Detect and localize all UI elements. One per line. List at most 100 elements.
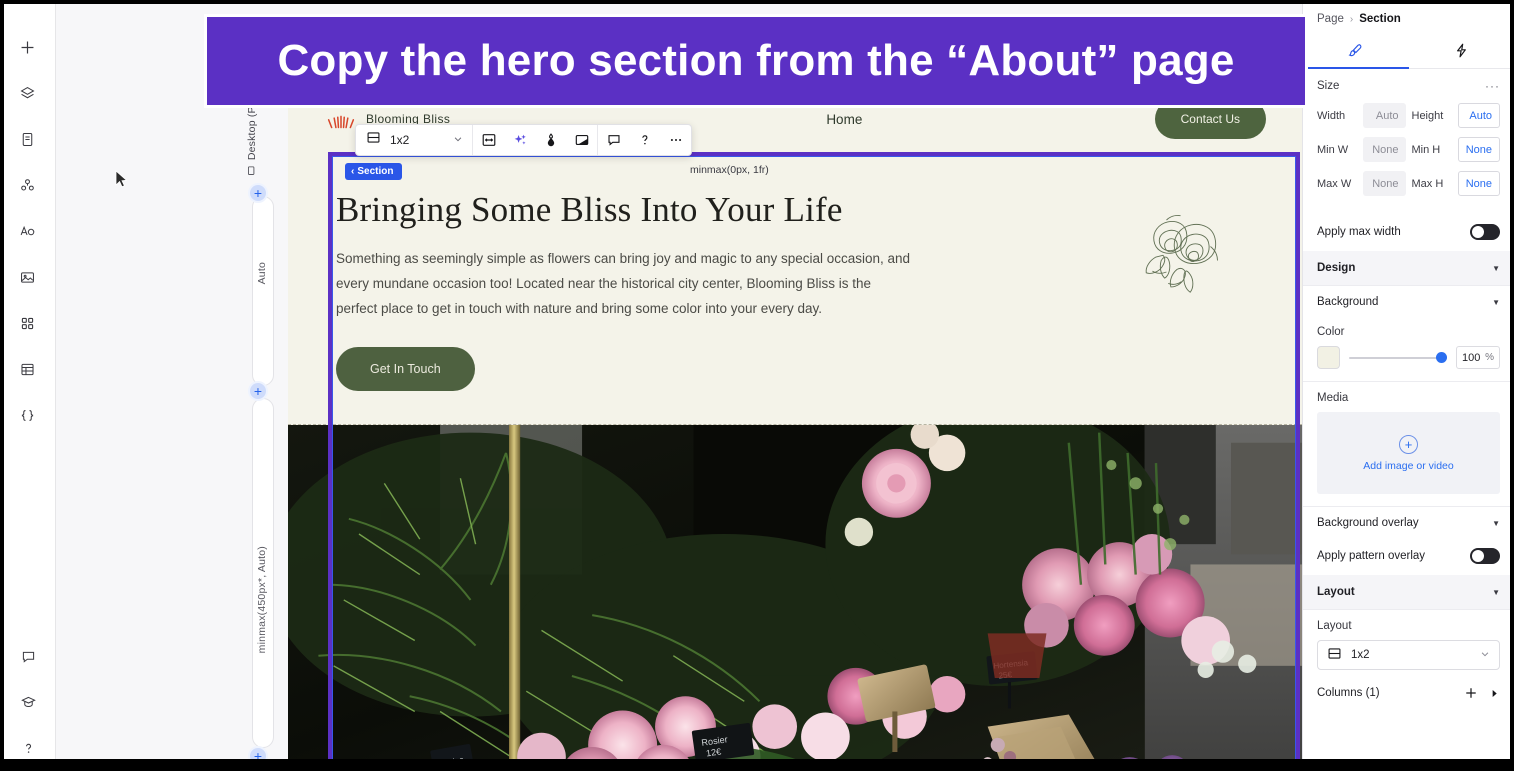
grid-track-label: minmax(0px, 1fr) (690, 164, 769, 176)
typography-icon[interactable] (13, 216, 43, 246)
max-width-input[interactable]: None (1363, 171, 1406, 196)
opacity-input[interactable]: 100 % (1456, 346, 1500, 369)
tab-design[interactable] (1303, 35, 1409, 69)
chevron-down-icon: ▼ (1492, 518, 1500, 528)
background-color-swatch[interactable] (1317, 346, 1340, 369)
design-section-title: Design (1317, 262, 1356, 274)
canvas-workspace: Desktop (Pri Auto minmax(450px*, Auto) +… (56, 0, 1302, 771)
add-column-icon[interactable] (1464, 686, 1478, 700)
spacing-icon[interactable] (473, 125, 504, 155)
comment-icon[interactable] (598, 125, 629, 155)
layout-section-header[interactable]: Layout ▼ (1303, 575, 1514, 610)
more-icon[interactable] (660, 125, 691, 155)
add-row-button-middle[interactable]: + (248, 381, 268, 401)
hero-section[interactable]: Bringing Some Bliss Into Your Life Somet… (288, 150, 1302, 425)
selection-badge-label: Section (357, 166, 394, 177)
min-height-field-group: Min H None (1411, 137, 1500, 162)
toggle-knob (1472, 550, 1484, 562)
layers-icon[interactable] (13, 78, 43, 108)
add-media-label: Add image or video (1363, 459, 1454, 472)
hero-body-text: Something as seemingly simple as flowers… (336, 251, 911, 316)
help-icon[interactable] (629, 125, 660, 155)
slider-thumb[interactable] (1436, 352, 1447, 363)
image-icon[interactable] (13, 262, 43, 292)
background-overlay-header[interactable]: Background overlay ▼ (1303, 507, 1514, 537)
get-in-touch-button[interactable]: Get In Touch (336, 347, 475, 391)
element-toolbar: 1x2 (355, 124, 692, 156)
row-label-1: Auto (256, 262, 268, 285)
color-drop-icon[interactable] (535, 125, 566, 155)
apps-icon[interactable] (13, 308, 43, 338)
max-width-label: Max W (1317, 177, 1352, 190)
frame-right (1510, 0, 1514, 771)
page-icon[interactable] (13, 124, 43, 154)
max-height-label: Max H (1411, 177, 1444, 190)
flower-shop-photo: Rosier 12€ Hortensia 25€ Pivoine (288, 425, 1302, 771)
left-toolbar-top-group (13, 0, 43, 430)
media-label-row: Media (1303, 382, 1514, 410)
max-height-input[interactable]: None (1457, 171, 1500, 196)
apply-max-width-toggle[interactable] (1470, 224, 1500, 240)
opacity-slider[interactable] (1349, 351, 1447, 365)
pattern-overlay-label: Apply pattern overlay (1317, 550, 1426, 562)
pattern-overlay-toggle[interactable] (1470, 548, 1500, 564)
add-media-dropzone[interactable]: + Add image or video (1317, 412, 1500, 494)
components-icon[interactable] (13, 170, 43, 200)
apply-max-width-label: Apply max width (1317, 226, 1401, 238)
left-toolbar-bottom-group (0, 641, 56, 763)
expand-columns-icon[interactable] (1489, 688, 1500, 699)
selection-badge[interactable]: ‹ Section (345, 163, 403, 180)
hero-heading: Bringing Some Bliss Into Your Life (336, 190, 843, 229)
columns-actions (1464, 686, 1500, 700)
min-width-input[interactable]: None (1363, 137, 1406, 162)
min-height-input[interactable]: None (1457, 137, 1500, 162)
width-field-group: Width Auto (1317, 103, 1406, 128)
svg-text:12€: 12€ (705, 746, 721, 758)
toolbar-tools-group (473, 125, 597, 155)
hero-photo[interactable]: Rosier 12€ Hortensia 25€ Pivoine (288, 425, 1302, 771)
min-height-label: Min H (1411, 143, 1441, 156)
breadcrumb-parent[interactable]: Page (1317, 13, 1344, 25)
height-label: Height (1411, 109, 1444, 122)
width-input[interactable]: Auto (1363, 103, 1406, 128)
size-row-min: Min W None Min H None (1317, 137, 1500, 162)
layout-selector[interactable]: 1x2 (356, 125, 472, 155)
animation-icon[interactable] (566, 125, 597, 155)
layout-selector-value: 1x2 (390, 133, 410, 147)
chevron-down-icon (453, 131, 463, 149)
add-row-button-top[interactable]: + (248, 183, 268, 203)
device-label-text: Desktop (Pri (246, 100, 258, 161)
design-section-header[interactable]: Design ▼ (1303, 251, 1514, 286)
size-row-width: Width Auto Height Auto (1317, 103, 1500, 128)
chevron-down-icon (1480, 649, 1490, 662)
row-track-1[interactable] (252, 196, 274, 386)
paintbrush-icon (1347, 42, 1364, 62)
device-label: Desktop (Pri (246, 100, 258, 176)
add-icon[interactable] (13, 32, 43, 62)
chevron-down-icon: ▼ (1492, 297, 1500, 307)
ai-sparkle-icon[interactable] (504, 125, 535, 155)
layout-dropdown[interactable]: 1x2 (1317, 640, 1500, 670)
frame-left (0, 0, 4, 771)
background-subsection-header[interactable]: Background ▼ (1303, 286, 1514, 316)
layout-1x2-icon (366, 130, 381, 150)
annotation-banner-text: Copy the hero section from the “About” p… (277, 36, 1235, 85)
size-section-header: Size ··· (1303, 69, 1514, 99)
sun-flower-logo-icon (324, 108, 358, 130)
academy-icon[interactable] (13, 687, 43, 717)
selection-badge-chevron-icon: ‹ (351, 166, 355, 177)
height-input[interactable]: Auto (1457, 103, 1500, 128)
table-icon[interactable] (13, 354, 43, 384)
comment-icon[interactable] (13, 641, 43, 671)
tab-interactions[interactable] (1409, 35, 1514, 68)
layout-field-label: Layout (1317, 620, 1352, 632)
code-icon[interactable] (13, 400, 43, 430)
size-more-icon[interactable]: ··· (1485, 79, 1500, 93)
slider-track (1349, 356, 1447, 359)
row-label-2: minmax(450px*, Auto) (256, 546, 268, 654)
nav-link-home[interactable]: Home (826, 112, 862, 127)
max-width-field-group: Max W None (1317, 171, 1406, 196)
frame-bottom (0, 759, 1514, 771)
pattern-overlay-row: Apply pattern overlay (1303, 537, 1514, 575)
height-field-group: Height Auto (1411, 103, 1500, 128)
